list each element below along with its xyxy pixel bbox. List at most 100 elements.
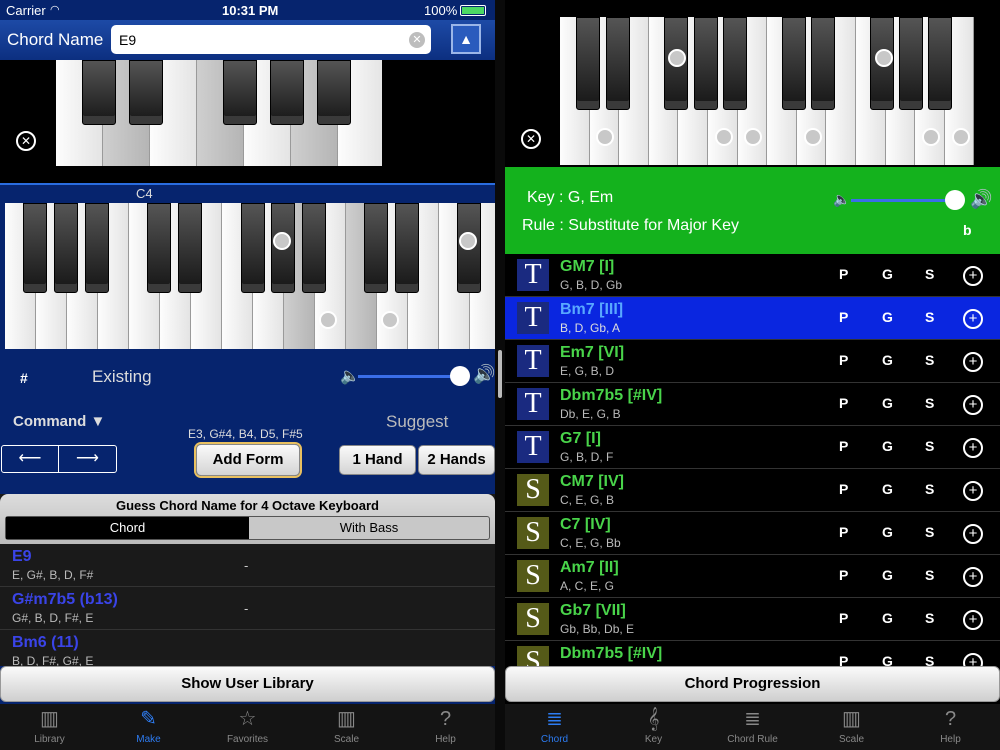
guitar-button[interactable]: G bbox=[882, 567, 893, 583]
progression-keyboard[interactable] bbox=[560, 17, 975, 167]
chord-row[interactable]: T Bm7 [III] B, D, Gb, A P G S + bbox=[505, 297, 1000, 340]
tab-favorites[interactable]: ☆ Favorites bbox=[198, 704, 297, 750]
guitar-button[interactable]: G bbox=[882, 309, 893, 325]
score-button[interactable]: S bbox=[925, 309, 934, 325]
add-icon[interactable]: + bbox=[963, 352, 983, 372]
play-button[interactable]: P bbox=[839, 524, 848, 540]
seg-chord[interactable]: Chord bbox=[6, 517, 249, 539]
add-icon[interactable]: + bbox=[963, 610, 983, 630]
play-button[interactable]: P bbox=[839, 481, 848, 497]
tab-chord[interactable]: ≣ Chord bbox=[505, 704, 604, 750]
chord-keyboard[interactable] bbox=[56, 60, 382, 167]
add-icon[interactable]: + bbox=[963, 395, 983, 415]
rule-label[interactable]: Rule : Substitute for Major Key bbox=[522, 217, 739, 235]
left-arrow-button[interactable]: ⟵ bbox=[2, 446, 59, 472]
score-button[interactable]: S bbox=[925, 395, 934, 411]
guess-item[interactable]: G#m7b5 (b13) G#, B, D, F#, E - bbox=[0, 587, 495, 630]
black-key[interactable] bbox=[54, 203, 78, 293]
score-button[interactable]: S bbox=[925, 610, 934, 626]
add-icon[interactable]: + bbox=[963, 438, 983, 458]
black-key[interactable] bbox=[223, 60, 257, 125]
black-key[interactable] bbox=[811, 17, 835, 110]
guitar-button[interactable]: G bbox=[882, 524, 893, 540]
chord-row[interactable]: S Gb7 [VII] Gb, Bb, Db, E P G S + bbox=[505, 598, 1000, 641]
tab-scale[interactable]: ▥ Scale bbox=[802, 704, 901, 750]
tab-scale[interactable]: ▥ Scale bbox=[297, 704, 396, 750]
black-key[interactable] bbox=[270, 60, 304, 125]
guess-item[interactable]: E9 E, G#, B, D, F# - bbox=[0, 544, 495, 587]
sharp-toggle[interactable]: # bbox=[20, 370, 28, 386]
clear-input-icon[interactable]: ✕ bbox=[409, 32, 425, 48]
volume-slider[interactable] bbox=[358, 366, 470, 386]
play-button[interactable]: P bbox=[839, 352, 848, 368]
black-key[interactable] bbox=[82, 60, 116, 125]
add-icon[interactable]: + bbox=[963, 266, 983, 286]
black-key[interactable] bbox=[241, 203, 265, 293]
add-form-button[interactable]: Add Form bbox=[196, 444, 300, 476]
split-divider[interactable] bbox=[495, 0, 505, 750]
two-hands-button[interactable]: 2 Hands bbox=[418, 445, 495, 475]
add-icon[interactable]: + bbox=[963, 481, 983, 501]
black-key[interactable] bbox=[85, 203, 109, 293]
command-menu[interactable]: Command ▼ bbox=[13, 413, 105, 430]
play-button[interactable]: P bbox=[839, 438, 848, 454]
play-button[interactable]: P bbox=[839, 567, 848, 583]
close-icon[interactable]: ✕ bbox=[521, 129, 541, 149]
black-key[interactable] bbox=[899, 17, 923, 110]
tab-key[interactable]: 𝄞 Key bbox=[604, 704, 703, 750]
tab-make[interactable]: ✎ Make bbox=[99, 704, 198, 750]
tab-help[interactable]: ? Help bbox=[901, 704, 1000, 750]
black-key[interactable] bbox=[928, 17, 952, 110]
chord-row[interactable]: S C7 [IV] C, E, G, Bb P G S + bbox=[505, 512, 1000, 555]
score-button[interactable]: S bbox=[925, 524, 934, 540]
black-key[interactable] bbox=[694, 17, 718, 110]
chord-row[interactable]: T Em7 [VI] E, G, B, D P G S + bbox=[505, 340, 1000, 383]
volume-thumb[interactable] bbox=[945, 190, 965, 210]
black-key[interactable] bbox=[147, 203, 171, 293]
one-hand-button[interactable]: 1 Hand bbox=[339, 445, 416, 475]
tab-library[interactable]: ▥ Library bbox=[0, 704, 99, 750]
guitar-button[interactable]: G bbox=[882, 266, 893, 282]
guitar-button[interactable]: G bbox=[882, 481, 893, 497]
tab-help[interactable]: ? Help bbox=[396, 704, 495, 750]
add-icon[interactable]: + bbox=[963, 567, 983, 587]
guitar-button[interactable]: G bbox=[882, 610, 893, 626]
existing-label[interactable]: Existing bbox=[92, 367, 152, 387]
triangle-up-button[interactable]: ▲ bbox=[451, 24, 481, 54]
volume-thumb[interactable] bbox=[450, 366, 470, 386]
chord-row[interactable]: T GM7 [I] G, B, D, Gb P G S + bbox=[505, 254, 1000, 297]
right-arrow-button[interactable]: ⟶ bbox=[59, 446, 116, 472]
guitar-button[interactable]: G bbox=[882, 438, 893, 454]
chord-progression-button[interactable]: Chord Progression bbox=[505, 666, 1000, 702]
score-button[interactable]: S bbox=[925, 352, 934, 368]
add-icon[interactable]: + bbox=[963, 524, 983, 544]
score-button[interactable]: S bbox=[925, 266, 934, 282]
black-key[interactable] bbox=[782, 17, 806, 110]
guitar-button[interactable]: G bbox=[882, 352, 893, 368]
flat-toggle[interactable]: b bbox=[963, 222, 972, 238]
tab-chord-rule[interactable]: ≣ Chord Rule bbox=[703, 704, 802, 750]
divider-handle[interactable] bbox=[498, 350, 502, 398]
chord-row[interactable]: T G7 [I] G, B, D, F P G S + bbox=[505, 426, 1000, 469]
score-button[interactable]: S bbox=[925, 438, 934, 454]
score-button[interactable]: S bbox=[925, 481, 934, 497]
black-key[interactable] bbox=[576, 17, 600, 110]
black-key[interactable] bbox=[129, 60, 163, 125]
black-key[interactable] bbox=[317, 60, 351, 125]
chord-row[interactable]: S Am7 [II] A, C, E, G P G S + bbox=[505, 555, 1000, 598]
black-key[interactable] bbox=[178, 203, 202, 293]
volume-slider[interactable] bbox=[851, 190, 965, 210]
main-keyboard[interactable] bbox=[0, 203, 495, 349]
black-key[interactable] bbox=[364, 203, 388, 293]
play-button[interactable]: P bbox=[839, 610, 848, 626]
play-button[interactable]: P bbox=[839, 266, 848, 282]
black-key[interactable] bbox=[395, 203, 419, 293]
guitar-button[interactable]: G bbox=[882, 395, 893, 411]
black-key[interactable] bbox=[302, 203, 326, 293]
close-icon[interactable]: ✕ bbox=[16, 131, 36, 151]
seg-with-bass[interactable]: With Bass bbox=[249, 517, 489, 539]
show-user-library-button[interactable]: Show User Library bbox=[0, 666, 495, 702]
black-key[interactable] bbox=[723, 17, 747, 110]
black-key[interactable] bbox=[23, 203, 47, 293]
chord-row[interactable]: T Dbm7b5 [#IV] Db, E, G, B P G S + bbox=[505, 383, 1000, 426]
